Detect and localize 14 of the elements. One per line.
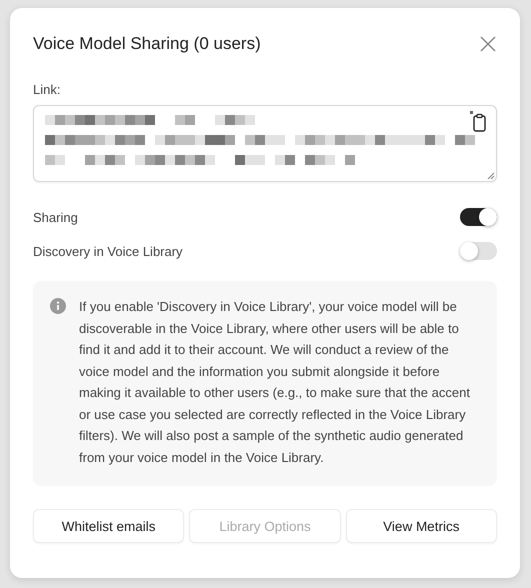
info-icon bbox=[50, 298, 66, 314]
action-button[interactable]: Whitelist emails bbox=[33, 509, 184, 543]
toggle-switch[interactable] bbox=[460, 208, 497, 226]
toggle-label: Discovery in Voice Library bbox=[33, 244, 183, 258]
toggle-switch[interactable] bbox=[460, 242, 497, 260]
clipboard-icon[interactable] bbox=[470, 111, 486, 133]
dialog-title: Voice Model Sharing (0 users) bbox=[33, 34, 261, 54]
info-text: If you enable 'Discovery in Voice Library', your voice model will be discoverable in the Voice Library, where other users will be able to find it and add it to their account. We will conduct a review of the voice model and the information you submit alongside it before making it available to other users (e.g., to make sure that the accent or use case you selected are correctly reflected in the Voice Library filters). We will also post a sample of the synthetic audio generated from your voice model in the Voice Library. bbox=[79, 298, 471, 467]
toggle-label: Sharing bbox=[33, 210, 78, 224]
link-label: Link: bbox=[33, 82, 62, 97]
resize-handle-icon[interactable] bbox=[487, 172, 495, 180]
close-button[interactable] bbox=[479, 35, 497, 53]
link-field[interactable] bbox=[33, 105, 497, 182]
action-button[interactable]: View Metrics bbox=[346, 509, 497, 543]
